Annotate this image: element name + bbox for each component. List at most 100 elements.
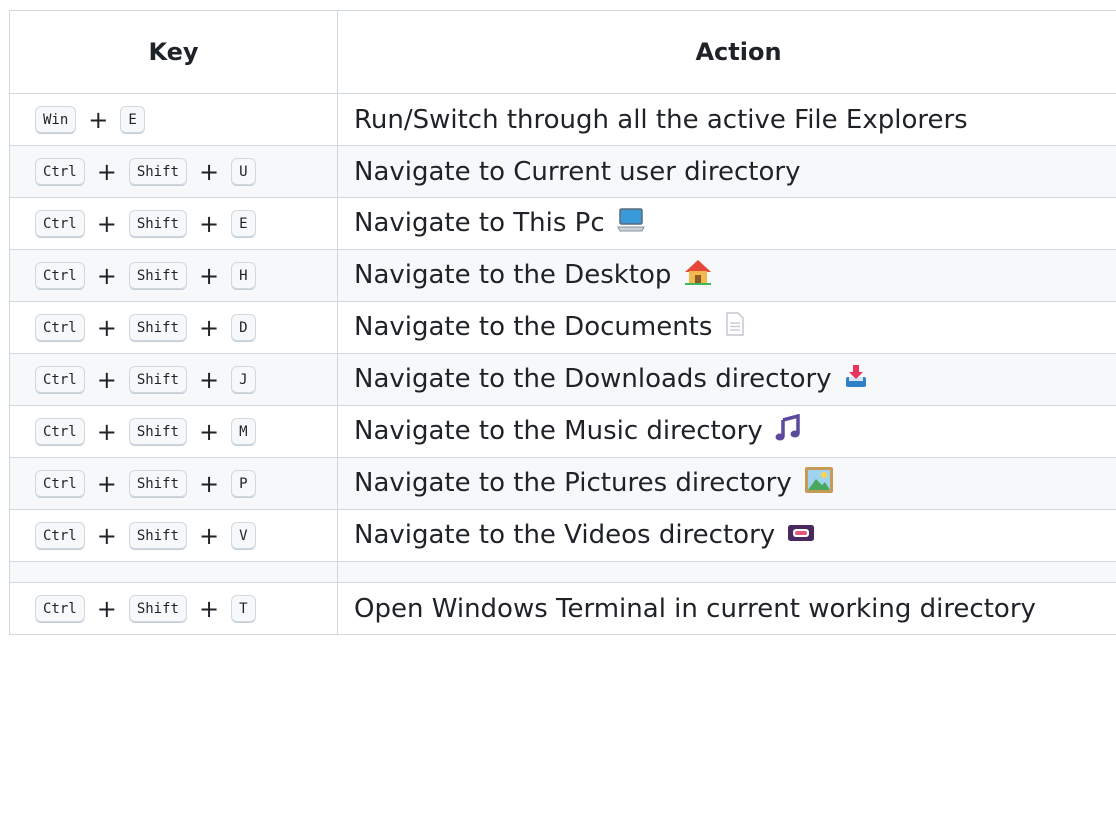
keys-cell: Ctrl + Shift + V bbox=[9, 509, 338, 562]
key-cap: P bbox=[231, 469, 256, 498]
key-cap: Win bbox=[35, 105, 77, 134]
key-cap: Shift bbox=[128, 469, 187, 498]
key-cap: E bbox=[231, 209, 256, 238]
keys-cell: Ctrl + Shift + E bbox=[9, 197, 338, 250]
key-cap: D bbox=[231, 313, 256, 342]
plus-separator: + bbox=[198, 261, 220, 290]
key-cap: H bbox=[231, 261, 256, 290]
music-note-icon bbox=[775, 413, 801, 449]
key-cap: V bbox=[231, 521, 256, 550]
table-row: Ctrl + Shift + D Navigate to the Documents bbox=[9, 301, 1116, 354]
table-row: Ctrl + Shift + E Navigate to This Pc bbox=[9, 197, 1116, 250]
key-cap: Ctrl bbox=[35, 209, 85, 238]
key-cap: Shift bbox=[128, 313, 187, 342]
action-text: Navigate to the Downloads directory bbox=[354, 364, 832, 394]
laptop-icon bbox=[616, 207, 645, 240]
key-cap: Ctrl bbox=[35, 157, 85, 186]
action-text: Navigate to the Music directory bbox=[354, 416, 763, 446]
table-row-empty bbox=[9, 561, 1116, 583]
plus-separator: + bbox=[96, 594, 117, 623]
action-text: Navigate to the Pictures directory bbox=[354, 468, 792, 498]
action-cell: Navigate to the Videos directory bbox=[337, 509, 1116, 562]
key-cap: Shift bbox=[128, 157, 187, 186]
key-cap: U bbox=[231, 157, 256, 186]
key-cap: Shift bbox=[128, 594, 187, 623]
keys-cell: Ctrl + Shift + M bbox=[9, 405, 338, 458]
videocassette-icon bbox=[787, 521, 815, 551]
action-text: Navigate to This Pc bbox=[354, 208, 605, 238]
house-icon bbox=[683, 258, 713, 293]
framed-picture-icon bbox=[804, 466, 834, 501]
plus-separator: + bbox=[96, 469, 117, 498]
plus-separator: + bbox=[198, 313, 220, 342]
key-cap: Ctrl bbox=[35, 469, 85, 498]
table-row: Ctrl + Shift + U Navigate to Current user di… bbox=[9, 145, 1116, 198]
shortcuts-table: Key Action Win + E Run/Switch through all … bbox=[9, 10, 1116, 635]
action-text: Run/Switch through all the active File E… bbox=[354, 104, 968, 135]
key-cap: Shift bbox=[128, 261, 187, 290]
action-text: Navigate to the Desktop bbox=[354, 260, 672, 290]
action-cell: Navigate to Current user directory bbox=[337, 145, 1116, 198]
table-row: Win + E Run/Switch through all the active … bbox=[9, 93, 1116, 146]
keys-cell: Ctrl + Shift + U bbox=[9, 145, 338, 198]
table-row: Ctrl + Shift + V Navigate to the Videos dire… bbox=[9, 509, 1116, 562]
action-text: Navigate to the Videos directory bbox=[354, 520, 776, 551]
plus-separator: + bbox=[96, 157, 117, 186]
keys-cell: Ctrl + Shift + H bbox=[9, 249, 338, 302]
plus-separator: + bbox=[198, 594, 220, 623]
action-cell: Navigate to the Documents bbox=[337, 301, 1116, 354]
key-cap: Ctrl bbox=[35, 521, 85, 550]
keys-cell: Ctrl + Shift + P bbox=[9, 457, 338, 510]
key-cap: Ctrl bbox=[35, 417, 85, 446]
key-cap: Shift bbox=[128, 365, 187, 394]
key-cap: Shift bbox=[128, 209, 187, 238]
table-row: Ctrl + Shift + T Open Windows Terminal in cu… bbox=[9, 582, 1116, 635]
header-key: Key bbox=[9, 10, 338, 94]
key-cap: Ctrl bbox=[35, 313, 85, 342]
key-cap: Ctrl bbox=[35, 261, 85, 290]
keys-cell bbox=[9, 561, 338, 583]
key-cap: E bbox=[120, 105, 145, 134]
plus-separator: + bbox=[198, 417, 220, 446]
header-action: Action bbox=[337, 10, 1116, 94]
plus-separator: + bbox=[88, 105, 109, 134]
key-cap: Shift bbox=[128, 521, 187, 550]
keys-cell: Ctrl + Shift + J bbox=[9, 353, 338, 406]
inbox-tray-icon bbox=[844, 363, 868, 396]
plus-separator: + bbox=[198, 209, 220, 238]
plus-separator: + bbox=[96, 521, 117, 550]
plus-separator: + bbox=[198, 521, 220, 550]
plus-separator: + bbox=[96, 313, 117, 342]
action-cell: Open Windows Terminal in current working… bbox=[337, 582, 1116, 635]
plus-separator: + bbox=[198, 469, 220, 498]
action-cell: Navigate to This Pc bbox=[337, 197, 1116, 250]
key-cap: Shift bbox=[128, 417, 187, 446]
document-icon bbox=[724, 311, 746, 344]
keys-cell: Ctrl + Shift + D bbox=[9, 301, 338, 354]
key-cap: J bbox=[231, 365, 256, 394]
table-row: Ctrl + Shift + M Navigate to the Music direc… bbox=[9, 405, 1116, 458]
action-cell: Navigate to the Desktop bbox=[337, 249, 1116, 302]
table-row: Ctrl + Shift + J Navigate to the Downloads d… bbox=[9, 353, 1116, 406]
plus-separator: + bbox=[96, 261, 117, 290]
key-cap: Ctrl bbox=[35, 594, 85, 623]
action-cell: Navigate to the Downloads directory bbox=[337, 353, 1116, 406]
table-row: Ctrl + Shift + H Navigate to the Desktop bbox=[9, 249, 1116, 302]
plus-separator: + bbox=[198, 365, 220, 394]
keys-cell: Ctrl + Shift + T bbox=[9, 582, 338, 635]
key-cap: M bbox=[231, 417, 256, 446]
plus-separator: + bbox=[96, 209, 117, 238]
action-text: Navigate to the Documents bbox=[354, 312, 713, 342]
header-row: Key Action bbox=[9, 10, 1116, 94]
plus-separator: + bbox=[96, 365, 117, 394]
action-text: Open Windows Terminal in current working… bbox=[354, 593, 1036, 624]
keys-cell: Win + E bbox=[9, 93, 338, 146]
key-cap: T bbox=[231, 594, 256, 623]
action-cell bbox=[337, 561, 1116, 583]
action-cell: Run/Switch through all the active File E… bbox=[337, 93, 1116, 146]
action-text: Navigate to Current user directory bbox=[354, 156, 801, 187]
plus-separator: + bbox=[96, 417, 117, 446]
table-row: Ctrl + Shift + P Navigate to the Pictures di… bbox=[9, 457, 1116, 510]
action-cell: Navigate to the Pictures directory bbox=[337, 457, 1116, 510]
plus-separator: + bbox=[198, 157, 220, 186]
